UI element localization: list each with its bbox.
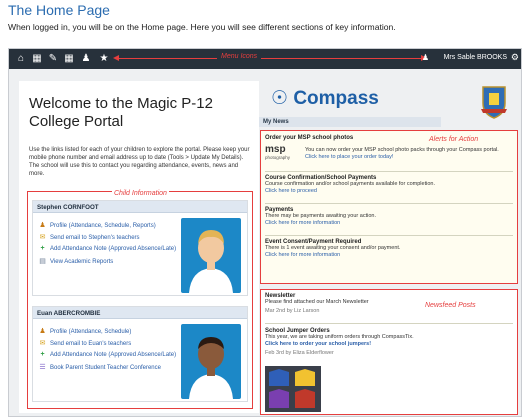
news-body: This year, we are taking uniform orders …: [265, 334, 414, 340]
alert-body: You can now order your MSP school photo …: [305, 147, 499, 153]
child-link-label: Book Parent Student Teacher Conference: [50, 365, 161, 371]
user-name[interactable]: Mrs Sable BROOKS: [444, 54, 507, 61]
compass-screenshot: ⌂ ▦ ✎ ▦ ♟ ★ Menu Icons ♟ Mrs Sable BROOK…: [8, 48, 522, 417]
alert-item: Payments There may be payments awaiting …: [265, 207, 513, 227]
alert-divider: [265, 171, 513, 172]
alert-link[interactable]: Click here to proceed: [265, 188, 513, 195]
child-info-annotation: Child Information: [112, 190, 169, 197]
alert-msp-text: You can now order your MSP school photo …: [305, 147, 499, 161]
child-link[interactable]: + Add Attendance Note (Approved Absence/L…: [38, 351, 176, 362]
newsfeed-section: Newsfeed Posts Newsletter Please find at…: [260, 289, 518, 415]
child-avatar: [181, 324, 241, 399]
alert-msp-row: msp photography You can now order your M…: [265, 145, 513, 171]
msp-logo: msp photography: [265, 145, 299, 171]
user-icon: ♟: [421, 53, 429, 62]
news-meta: Feb 3rd by Eliza Elderflower: [265, 350, 334, 356]
newsfeed-annotation: Newsfeed Posts: [425, 302, 476, 309]
child-link[interactable]: ☰ Book Parent Student Teacher Conference: [38, 363, 161, 374]
child-link-label: View Academic Reports: [50, 259, 114, 265]
child-name: Stephen CORNFOOT: [33, 201, 247, 213]
alert-item: Course Confirmation/School Payments Cour…: [265, 175, 513, 195]
portal-panel: Welcome to the Magic P-12 College Portal…: [19, 81, 259, 413]
plus-icon: +: [40, 351, 45, 358]
welcome-heading: Welcome to the Magic P-12 College Portal: [29, 95, 213, 130]
child-link-label: Profile (Attendance, Schedule, Reports): [50, 223, 156, 229]
child-information-section: Child Information Stephen CORNFOOT ♟ Prof…: [27, 190, 253, 409]
alerts-section: Alerts for Action Order your MSP school …: [260, 130, 518, 284]
msp-logo-text: msp: [265, 144, 286, 155]
child-card: Stephen CORNFOOT ♟ Profile (Attendance, S…: [32, 200, 248, 296]
news-link[interactable]: Click here to order your school jumpers!: [265, 341, 513, 348]
compass-logo-text: Compass: [293, 88, 379, 109]
msp-logo-sub: photography: [265, 155, 291, 160]
email-icon: ✉: [39, 234, 46, 241]
jumper-image: [265, 366, 321, 412]
doc-title: The Home Page: [8, 2, 110, 18]
star-icon[interactable]: ★: [97, 52, 111, 66]
edit-icon[interactable]: ✎: [46, 52, 60, 66]
doc-subtitle: When logged in, you will be on the Home …: [8, 22, 396, 32]
school-crest-icon: [479, 83, 509, 119]
alert-divider: [265, 203, 513, 204]
report-icon: ▤: [39, 258, 46, 265]
compass-logo-icon: ☉: [271, 88, 289, 109]
alert-link[interactable]: Click here for more information: [265, 220, 513, 227]
conference-icon: ☰: [39, 364, 46, 371]
top-navbar: ⌂ ▦ ✎ ▦ ♟ ★ Menu Icons ♟ Mrs Sable BROOK…: [9, 49, 521, 69]
alert-item: Order your MSP school photos msp photogr…: [265, 135, 513, 171]
people-icon[interactable]: ♟: [79, 52, 93, 66]
compass-logo: ☉ Compass: [271, 87, 379, 110]
child-card: Euan ABERCROMBIE ♟ Profile (Attendance, S…: [32, 306, 248, 402]
my-news-header: My News: [259, 117, 441, 127]
email-icon: ✉: [39, 340, 46, 347]
child-name: Euan ABERCROMBIE: [33, 307, 247, 319]
profile-icon: ♟: [39, 222, 46, 229]
menu-icons-annotation: Menu Icons: [221, 53, 258, 60]
child-link-label: Add Attendance Note (Approved Absence/La…: [50, 352, 177, 358]
alert-divider: [265, 235, 513, 236]
child-link[interactable]: ▤ View Academic Reports: [38, 257, 113, 268]
gear-icon[interactable]: ⚙: [511, 52, 519, 63]
alert-link[interactable]: Click here to place your order today!: [305, 154, 499, 161]
alert-item: Event Consent/Payment Required There is …: [265, 239, 513, 259]
profile-icon: ♟: [39, 328, 46, 335]
calendar-icon[interactable]: ▦: [30, 52, 44, 66]
alert-title: Order your MSP school photos: [265, 135, 354, 141]
plus-icon: +: [40, 245, 45, 252]
annotation-line-left: [119, 58, 217, 59]
child-link[interactable]: ✉ Send email to Euan's teachers: [38, 339, 132, 350]
news-meta: Mar 2nd by Liz Larson: [265, 308, 320, 314]
child-link[interactable]: + Add Attendance Note (Approved Absence/L…: [38, 245, 176, 256]
child-link-label: Send email to Stephen's teachers: [50, 235, 140, 241]
alert-body: There is 1 event awaiting your consent a…: [265, 245, 401, 251]
news-body: Please find attached our March Newslette…: [265, 299, 369, 305]
alert-link[interactable]: Click here for more information: [265, 252, 513, 259]
home-icon[interactable]: ⌂: [14, 52, 28, 66]
annotation-line-right: [261, 58, 421, 59]
grid-icon[interactable]: ▦: [62, 52, 76, 66]
page-root: The Home Page When logged in, you will b…: [0, 0, 525, 417]
child-avatar: [181, 218, 241, 293]
child-link[interactable]: ✉ Send email to Stephen's teachers: [38, 233, 140, 244]
child-link[interactable]: ♟ Profile (Attendance, Schedule): [38, 327, 131, 338]
alert-body: Course confirmation and/or school paymen…: [265, 181, 435, 187]
child-link-label: Add Attendance Note (Approved Absence/La…: [50, 246, 177, 252]
child-link-label: Profile (Attendance, Schedule): [50, 329, 132, 335]
news-divider: [265, 323, 513, 324]
child-link[interactable]: ♟ Profile (Attendance, Schedule, Reports): [38, 221, 156, 232]
alert-body: There may be payments awaiting your acti…: [265, 213, 376, 219]
news-post: Newsletter Please find attached our Marc…: [265, 293, 425, 315]
portal-intro: Use the links listed for each of your ch…: [29, 147, 250, 177]
child-link-label: Send email to Euan's teachers: [50, 341, 132, 347]
news-post: School Jumper Orders This year, we are t…: [265, 328, 513, 357]
